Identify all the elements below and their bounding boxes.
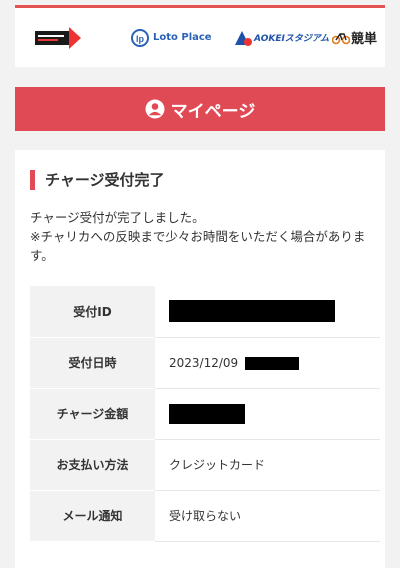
loto-place-logo-text: Loto Place xyxy=(153,32,212,43)
charge-amount-label: チャージ金額 xyxy=(30,388,155,440)
completion-message-line1: チャージ受付が完了しました。 xyxy=(30,210,205,225)
user-circle-icon xyxy=(145,99,165,119)
table-row: 受付ID xyxy=(30,286,380,338)
table-row: チャージ金額 xyxy=(30,388,380,440)
payment-method-value: クレジットカード xyxy=(155,439,380,491)
redacted-block xyxy=(169,403,245,424)
receipt-date-text: 2023/12/09 xyxy=(169,355,239,370)
completion-message-line2: ※チャリカへの反映まで少々お時間をいただく場合があります。 xyxy=(30,229,366,263)
receipt-datetime-value: 2023/12/09 xyxy=(155,337,380,389)
keirin-logo-text: 競単 xyxy=(351,32,378,47)
table-row: お支払い方法 クレジットカード xyxy=(30,439,380,491)
bicycle-icon xyxy=(332,32,350,44)
section-title: チャージ受付完了 xyxy=(30,170,165,190)
partner-logo-header: lp Loto Place AOKEIスタジアム 競単 xyxy=(15,5,385,67)
payment-method-label: お支払い方法 xyxy=(30,439,155,491)
email-notification-label: メール通知 xyxy=(30,490,155,542)
svg-text:lp: lp xyxy=(136,34,145,44)
charge-complete-panel: チャージ受付完了 チャージ受付が完了しました。 ※チャリカへの反映まで少々お時間… xyxy=(15,150,385,568)
keirin-logo[interactable]: 競単 xyxy=(332,8,377,67)
loto-place-icon: lp xyxy=(131,28,149,47)
aokei-stadium-logo[interactable]: AOKEIスタジアム xyxy=(233,8,329,67)
redacted-block xyxy=(245,356,299,370)
redacted-block xyxy=(169,300,335,323)
receipt-datetime-label: 受付日時 xyxy=(30,337,155,389)
dotline-logo[interactable] xyxy=(35,8,81,67)
aokei-logo-icon xyxy=(235,30,252,46)
dotline-logo-icon xyxy=(35,26,81,49)
receipt-id-value xyxy=(155,286,380,338)
mypage-title: マイページ xyxy=(170,101,256,122)
email-notification-value: 受け取らない xyxy=(155,490,380,542)
aokei-stadium-logo-text: AOKEIスタジアム xyxy=(254,34,330,44)
completion-message: チャージ受付が完了しました。 ※チャリカへの反映まで少々お時間をいただく場合があ… xyxy=(30,208,370,265)
charge-amount-value xyxy=(155,388,380,440)
table-row: メール通知 受け取らない xyxy=(30,490,380,542)
mypage-header-bar[interactable]: マイページ xyxy=(15,87,385,131)
table-row: 受付日時 2023/12/09 xyxy=(30,337,380,389)
charge-info-table: 受付ID 受付日時 2023/12/09 チャージ金額 お支払い方法 クレジット… xyxy=(30,286,380,542)
receipt-id-label: 受付ID xyxy=(30,286,155,338)
loto-place-logo[interactable]: lp Loto Place xyxy=(131,8,212,67)
